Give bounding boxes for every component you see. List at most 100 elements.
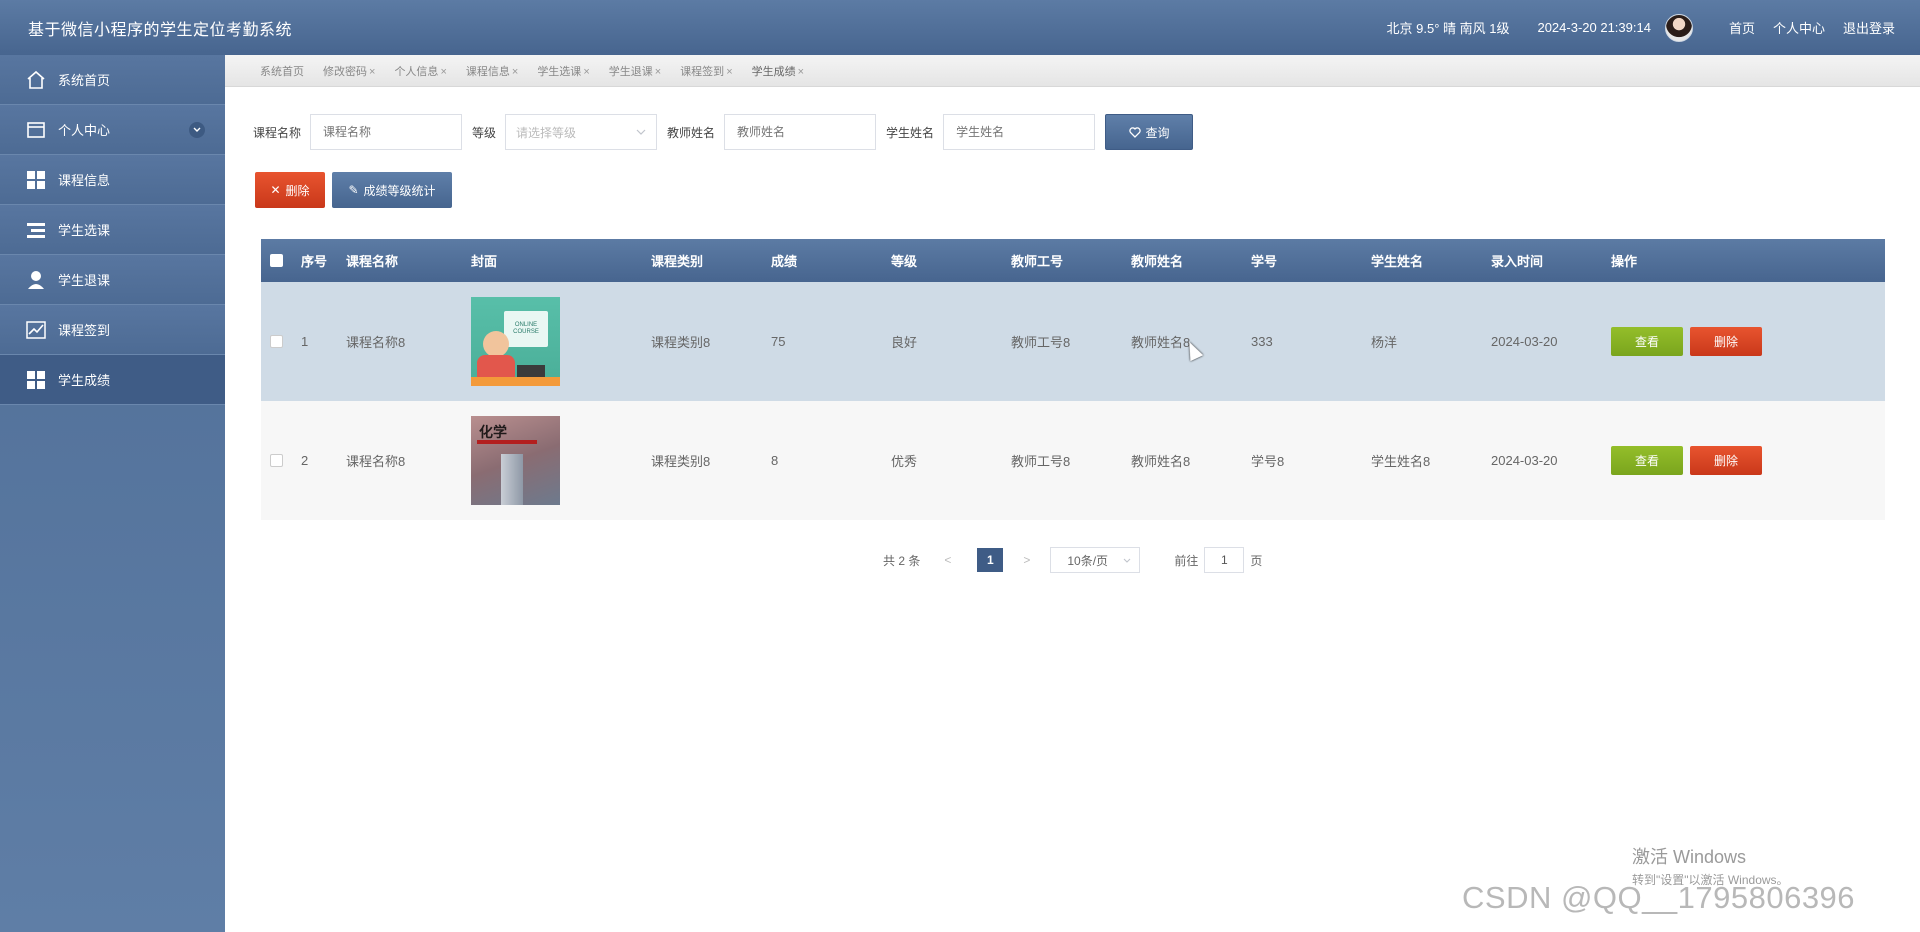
select-all-checkbox[interactable] — [270, 254, 283, 267]
grade-stat-button[interactable]: ✎ 成绩等级统计 — [332, 172, 452, 208]
close-icon[interactable]: × — [798, 66, 804, 78]
table-header: 序号 课程名称 封面 课程类别 成绩 等级 教师工号 教师姓名 学号 学生姓名 … — [261, 239, 1885, 282]
tab-grades[interactable]: 学生成绩 × — [752, 63, 804, 79]
row-teacher-no: 教师工号8 — [1011, 335, 1071, 350]
app-title: 基于微信小程序的学生定位考勤系统 — [28, 21, 293, 39]
page-size-select[interactable]: 10条/页 — [1050, 547, 1141, 573]
col-header: 录入时间 — [1491, 254, 1544, 269]
sidebar-item-label: 学生退课 — [58, 273, 111, 288]
select-all-cell — [261, 254, 301, 267]
sidebar-item-label: 系统首页 — [58, 73, 111, 88]
row-actions: 查看 删除 — [1611, 327, 1861, 356]
cover-desk — [471, 377, 560, 386]
row-delete-button[interactable]: 删除 — [1690, 327, 1762, 356]
tab-label: 课程信息 — [465, 65, 510, 78]
row-no: 2 — [301, 453, 309, 468]
tab-personal-info[interactable]: 个人信息 × — [394, 63, 446, 79]
row-type: 课程类别8 — [651, 454, 711, 469]
row-check-cell — [261, 335, 301, 348]
watermark-line1: 激活 Windows — [1632, 847, 1747, 867]
grade-select[interactable]: 请选择等级 — [505, 114, 658, 150]
row-teacher-name: 教师姓名8 — [1131, 454, 1191, 469]
view-button[interactable]: 查看 — [1611, 327, 1683, 356]
avatar[interactable] — [1664, 13, 1693, 42]
page-number-button[interactable]: 1 — [977, 548, 1004, 572]
sidebar-item-grades[interactable]: 学生成绩 — [0, 355, 225, 405]
sidebar-item-sign-in[interactable]: 课程签到 — [0, 305, 225, 355]
col-header: 课程名称 — [346, 254, 399, 269]
heart-icon — [1128, 126, 1141, 138]
query-button[interactable]: 查询 — [1105, 114, 1194, 150]
query-button-label: 查询 — [1145, 125, 1170, 140]
student-name-input[interactable] — [943, 114, 1096, 150]
teacher-name-input[interactable] — [724, 114, 877, 150]
home-link[interactable]: 首页 — [1729, 18, 1755, 37]
row-grade: 良好 — [891, 335, 918, 350]
sidebar: 系统首页 个人中心 课程信息 学生选课 学生退课 课程签到 学生成绩 — [0, 55, 225, 932]
sidebar-item-label: 学生选课 — [58, 223, 111, 238]
cover-image[interactable]: ONLINE COURSE — [471, 297, 560, 386]
col-header: 操作 — [1611, 254, 1638, 269]
table-row[interactable]: 2 课程名称8 化学 课程类别8 8 优秀 教师工号8 教师姓名8 学号8 学生… — [261, 401, 1885, 520]
close-icon[interactable]: × — [583, 66, 589, 78]
chevron-down-icon[interactable] — [189, 121, 205, 138]
row-score: 8 — [771, 453, 779, 468]
logout-link[interactable]: 退出登录 — [1843, 18, 1895, 37]
row-checkbox[interactable] — [270, 454, 283, 467]
tab-label: 学生成绩 — [751, 65, 796, 78]
profile-link[interactable]: 个人中心 — [1773, 18, 1825, 37]
home-icon — [24, 70, 48, 90]
close-icon[interactable]: × — [512, 66, 518, 78]
close-icon[interactable]: × — [440, 66, 446, 78]
tab-home[interactable]: 系统首页 — [260, 63, 304, 79]
row-time: 2024-03-20 — [1491, 453, 1558, 468]
tab-bar: 系统首页 修改密码 × 个人信息 × 课程信息 × 学生选课 × 学生退课 × 课程签到 ×… — [225, 55, 1920, 87]
view-button[interactable]: 查看 — [1611, 446, 1683, 475]
row-checkbox[interactable] — [270, 335, 283, 348]
action-bar: ✕ 删除 ✎ 成绩等级统计 — [255, 172, 452, 208]
sidebar-item-label: 学生成绩 — [58, 373, 111, 388]
next-page-button[interactable]: > — [1023, 553, 1030, 567]
row-course: 课程名称8 — [346, 335, 406, 350]
tab-sign-in[interactable]: 课程签到 × — [680, 63, 732, 79]
grade-select-placeholder: 请选择等级 — [516, 125, 577, 140]
row-score: 75 — [771, 334, 786, 349]
goto-page-input[interactable] — [1204, 547, 1245, 573]
close-icon[interactable]: × — [655, 66, 661, 78]
pencil-icon: ✎ — [348, 183, 359, 197]
tab-course-drop[interactable]: 学生退课 × — [609, 63, 661, 79]
sidebar-item-course-info[interactable]: 课程信息 — [0, 155, 225, 205]
col-header: 教师工号 — [1011, 254, 1064, 269]
table-row[interactable]: 1 课程名称8 ONLINE COURSE 课程类别8 75 良好 教师工号8 … — [261, 282, 1885, 401]
student-name-label: 学生姓名 — [886, 125, 935, 140]
sidebar-item-course-select[interactable]: 学生选课 — [0, 205, 225, 255]
course-name-input[interactable] — [310, 114, 463, 150]
close-icon[interactable]: × — [369, 66, 375, 78]
sidebar-item-personal[interactable]: 个人中心 — [0, 105, 225, 155]
row-delete-button[interactable]: 删除 — [1690, 446, 1762, 475]
top-header: 基于微信小程序的学生定位考勤系统 北京 9.5° 晴 南风 1级 2024-3-… — [0, 0, 1920, 55]
tab-course-select[interactable]: 学生选课 × — [537, 63, 589, 79]
close-icon[interactable]: × — [726, 66, 732, 78]
prev-page-button[interactable]: < — [944, 553, 951, 567]
batch-delete-button[interactable]: ✕ 删除 — [255, 172, 325, 208]
row-type: 课程类别8 — [651, 335, 711, 350]
chart-icon — [24, 320, 48, 340]
tab-change-password[interactable]: 修改密码 × — [323, 63, 375, 79]
row-actions: 查看 删除 — [1611, 446, 1861, 475]
weather-text: 北京 9.5° 晴 南风 1级 — [1386, 21, 1510, 36]
row-time: 2024-03-20 — [1491, 334, 1558, 349]
tab-course-info[interactable]: 课程信息 × — [466, 63, 518, 79]
sidebar-item-course-drop[interactable]: 学生退课 — [0, 255, 225, 305]
row-student-name: 杨洋 — [1371, 335, 1398, 350]
sidebar-item-home[interactable]: 系统首页 — [0, 55, 225, 105]
pagination-total: 共 2 条 — [883, 553, 921, 568]
grade-label: 等级 — [472, 125, 497, 140]
col-header: 教师姓名 — [1131, 254, 1184, 269]
header-right: 北京 9.5° 晴 南风 1级 2024-3-20 21:39:14 首页 个人… — [1386, 13, 1895, 42]
cover-cell: ONLINE COURSE — [471, 297, 651, 386]
cover-image[interactable]: 化学 — [471, 416, 560, 505]
tab-label: 系统首页 — [260, 65, 304, 78]
chevron-down-icon — [636, 129, 646, 135]
col-header: 学生姓名 — [1371, 254, 1424, 269]
